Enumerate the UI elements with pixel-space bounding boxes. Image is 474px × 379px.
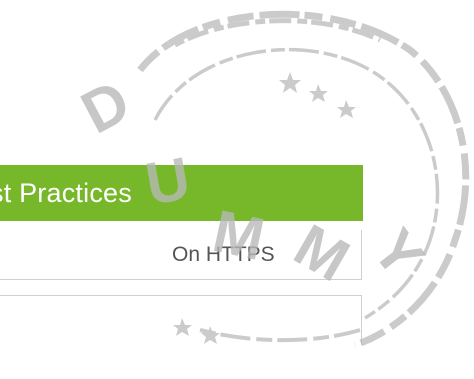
list-item[interactable] <box>0 295 362 345</box>
card-header-title: st Practices <box>0 178 132 208</box>
best-practices-card: st Practices On HTTPS <box>0 165 363 379</box>
list-item-label: On HTTPS <box>172 243 275 266</box>
stamp-letter-d: D <box>71 67 141 147</box>
list-item-https[interactable]: On HTTPS <box>0 230 362 280</box>
stamp-letter-y: Y <box>360 217 437 290</box>
card-header: st Practices <box>0 165 363 221</box>
page: st Practices On HTTPS D U M M Y <box>0 0 474 379</box>
